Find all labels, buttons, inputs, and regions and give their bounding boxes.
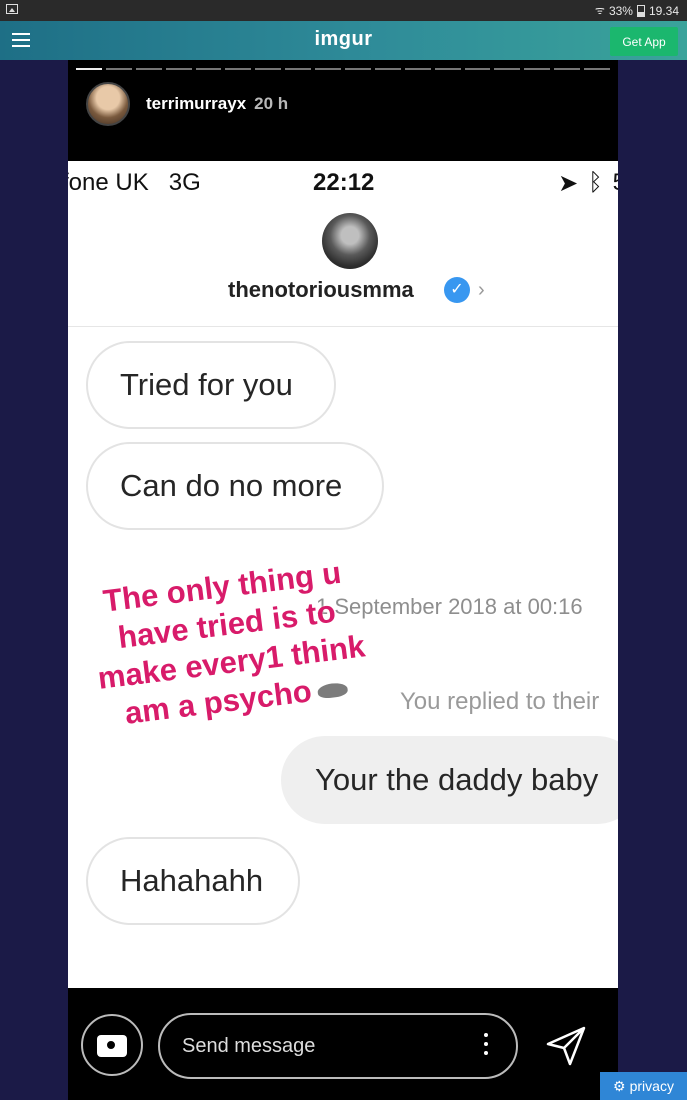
send-icon[interactable] xyxy=(544,1024,588,1068)
progress-segment xyxy=(374,68,401,70)
progress-segment xyxy=(135,68,162,70)
message-text: Your the daddy baby xyxy=(315,762,599,797)
progress-segment xyxy=(285,68,312,70)
progress-segment xyxy=(225,68,252,70)
progress-segment xyxy=(76,68,102,70)
story-header: terrimurrayx 20 h xyxy=(86,82,288,126)
message-bubble: Hahahahh xyxy=(86,837,300,925)
send-message-input[interactable]: Send message xyxy=(158,1013,518,1079)
progress-segment xyxy=(554,68,581,70)
ios-clock: 22:12 xyxy=(313,169,375,196)
get-app-button[interactable]: Get App xyxy=(610,27,678,56)
send-message-placeholder: Send message xyxy=(182,1034,316,1057)
verified-icon: ✓ xyxy=(444,277,470,303)
battery-partial: 5 xyxy=(613,169,618,198)
divider xyxy=(68,326,618,327)
progress-segment xyxy=(464,68,491,70)
status-right: ᯤ 33% 19.34 xyxy=(595,3,679,18)
progress-segment xyxy=(434,68,461,70)
progress-segment xyxy=(404,68,431,70)
message-bubble: Can do no more xyxy=(86,442,384,530)
location-icon: ➤ xyxy=(558,170,579,197)
progress-segment xyxy=(195,68,222,70)
message-text: Hahahahh xyxy=(120,863,264,898)
message-text: Can do no more xyxy=(120,468,343,503)
imgur-logo[interactable]: imgur xyxy=(0,28,687,51)
camera-lens xyxy=(105,1039,117,1051)
dm-username: thenotoriousmma xyxy=(228,277,414,302)
bluetooth-icon: ᛒ xyxy=(588,169,603,196)
battery-icon xyxy=(636,4,645,17)
progress-segment xyxy=(165,68,192,70)
battery-percent: 33% xyxy=(608,3,633,18)
replied-note: You replied to their xyxy=(400,688,600,715)
progress-segment xyxy=(524,68,551,70)
story-time: 20 h xyxy=(254,94,289,113)
privacy-button[interactable]: ⚙ privacy xyxy=(600,1072,687,1100)
camera-button[interactable] xyxy=(81,1014,143,1076)
progress-segment xyxy=(345,68,371,70)
my-message-bubble: Your the daddy baby xyxy=(281,736,618,824)
story-progress xyxy=(76,68,611,70)
app-bar: imgur Get App xyxy=(0,21,687,60)
progress-segment xyxy=(105,68,132,70)
status-bar: ᯤ 33% 19.34 xyxy=(0,0,687,21)
story-viewer[interactable]: terrimurrayx 20 h fone UK 3G 22:12 ➤ ᛒ 5… xyxy=(68,60,618,1100)
message-bubble: Tried for you xyxy=(86,341,336,429)
carrier-label: fone UK 3G xyxy=(68,169,201,196)
progress-segment xyxy=(315,68,342,70)
gallery-icon xyxy=(6,4,18,14)
ios-status-bar: fone UK 3G 22:12 ➤ ᛒ 5 xyxy=(68,161,618,201)
story-text-sticker: The only thing u have tried is to make e… xyxy=(76,551,382,737)
progress-segment xyxy=(494,68,521,70)
story-username[interactable]: terrimurrayx xyxy=(146,94,246,114)
more-icon[interactable] xyxy=(484,1033,488,1060)
rat-emoji-icon xyxy=(316,681,349,700)
dm-screenshot: fone UK 3G 22:12 ➤ ᛒ 5 thenotoriousmma ✓… xyxy=(68,161,618,988)
dm-avatar xyxy=(322,213,378,269)
ios-status-right: ➤ ᛒ 5 xyxy=(558,169,618,198)
avatar[interactable] xyxy=(86,82,130,126)
gear-icon: ⚙ xyxy=(613,1077,626,1094)
chevron-right-icon: › xyxy=(478,279,485,301)
status-time: 19.34 xyxy=(648,3,679,18)
wifi-icon: ᯤ xyxy=(594,5,605,17)
progress-segment xyxy=(584,68,611,70)
progress-segment xyxy=(255,68,282,70)
privacy-label: privacy xyxy=(629,1078,674,1094)
message-text: Tried for you xyxy=(120,367,293,402)
